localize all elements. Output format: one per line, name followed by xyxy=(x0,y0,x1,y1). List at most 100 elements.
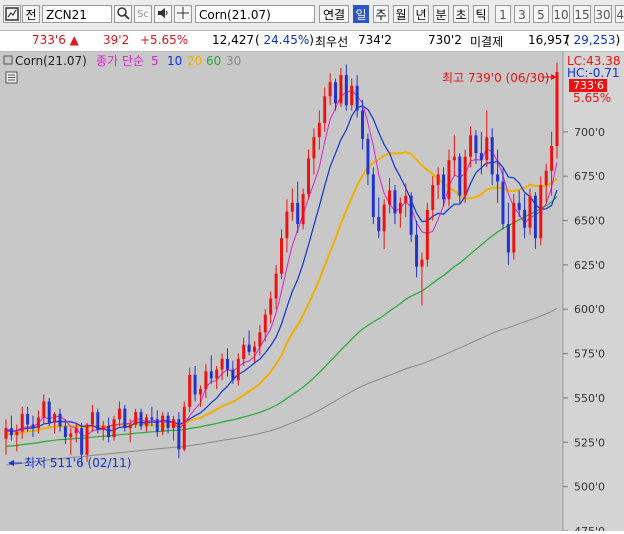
symbol-name-field[interactable]: Corn(21.07) xyxy=(195,5,315,23)
period-button-2[interactable]: 주 xyxy=(373,5,389,23)
candle-body xyxy=(447,160,451,200)
candle-body xyxy=(269,298,273,315)
interval-button-10[interactable]: 10 xyxy=(552,5,570,23)
candle-body xyxy=(198,389,202,395)
candle-body xyxy=(312,137,316,159)
prev-button[interactable]: 전 xyxy=(22,5,40,23)
y-tick-label: 625'0 xyxy=(574,259,605,272)
candle-body xyxy=(215,369,219,379)
sc-icon[interactable]: Sc xyxy=(134,5,152,23)
candle-body xyxy=(117,408,121,420)
change-percent: +5.65% xyxy=(140,33,189,47)
high-annotation-text: 최고 739'0 (06/30) xyxy=(442,71,550,85)
candle-body xyxy=(225,358,229,370)
candle-body xyxy=(139,412,143,427)
candle-body xyxy=(247,344,251,352)
candle-body xyxy=(58,413,62,427)
candle-body xyxy=(69,433,73,437)
period-button-3[interactable]: 월 xyxy=(393,5,409,23)
candle-body xyxy=(496,174,500,182)
candle-body xyxy=(15,431,19,436)
magnifier-icon[interactable] xyxy=(114,5,132,23)
candle-body xyxy=(80,428,84,455)
y-tick-label: 675'0 xyxy=(574,170,605,183)
candle-body xyxy=(182,406,186,450)
candle-body xyxy=(458,156,462,196)
candle-body xyxy=(258,332,262,347)
interval-button-3[interactable]: 3 xyxy=(514,5,530,23)
candle-body xyxy=(501,181,505,225)
candle-body xyxy=(171,419,175,429)
period-button-4[interactable]: 년 xyxy=(413,5,429,23)
candle-body xyxy=(274,273,278,299)
candle-body xyxy=(523,209,527,228)
volume-ratio-box: ( 24.45%) xyxy=(255,33,314,47)
grid-icon[interactable] xyxy=(174,5,192,23)
candle-body xyxy=(301,193,305,225)
legend-label: 종가 단순 xyxy=(96,54,144,68)
low-annotation: 최저 511'6 (02/11) xyxy=(8,456,132,470)
legend-period-5: 5 xyxy=(151,54,159,68)
interval-button-5[interactable]: 5 xyxy=(533,5,549,23)
candle-body xyxy=(150,417,154,420)
candle xyxy=(182,401,186,452)
candlestick-chart[interactable]: 475'0 500'0 525'0 550'0 575'0 600'0 625'0 650'0… xyxy=(0,52,624,534)
candle xyxy=(123,405,127,432)
candle xyxy=(539,176,543,246)
candle-body xyxy=(290,202,294,212)
interval-button-1[interactable]: 1 xyxy=(495,5,511,23)
candle-body xyxy=(485,137,489,161)
candle-body xyxy=(490,137,494,175)
period-button-6[interactable]: 초 xyxy=(453,5,469,23)
period-button-5[interactable]: 분 xyxy=(433,5,449,23)
candle-body xyxy=(296,202,300,225)
candle-body xyxy=(123,408,127,429)
price-chart[interactable]: 475'0 500'0 525'0 550'0 575'0 600'0 625'0 650'0… xyxy=(0,52,624,534)
candle-body xyxy=(161,415,165,432)
candle-body xyxy=(355,85,359,111)
candle-body xyxy=(425,209,429,260)
candle-body xyxy=(442,174,446,200)
y-tick-label: 600'0 xyxy=(574,303,605,316)
legend-period-120: 30 xyxy=(226,54,241,68)
candle xyxy=(458,153,462,203)
candle-body xyxy=(53,413,57,423)
period-button-7[interactable]: 틱 xyxy=(473,5,489,23)
hc-label: HC:-0.71 xyxy=(567,66,620,80)
candle xyxy=(371,167,375,225)
candle-body xyxy=(469,135,473,157)
candle xyxy=(47,397,51,427)
candle-body xyxy=(371,174,375,217)
candle-body xyxy=(280,238,283,274)
chart-icon[interactable] xyxy=(3,5,21,23)
symbol-code-input[interactable]: ZCN21 xyxy=(42,5,112,23)
candle-body xyxy=(26,413,30,425)
candle-body xyxy=(263,314,267,333)
candle-body xyxy=(366,138,370,175)
legend-period-20: 20 xyxy=(187,54,202,68)
period-button-0[interactable]: 연결 xyxy=(319,5,349,23)
y-tick-label: 475'0 xyxy=(574,525,605,531)
chart-title: Corn(21.07) xyxy=(15,54,87,68)
candle xyxy=(112,415,116,441)
interval-button-45[interactable]: 45 xyxy=(615,5,624,23)
candle-body xyxy=(128,424,132,429)
candle-body xyxy=(9,428,13,436)
y-tick-label: 650'0 xyxy=(574,215,605,228)
candle-body xyxy=(85,424,89,455)
interval-button-15[interactable]: 15 xyxy=(573,5,591,23)
period-button-1[interactable]: 일 xyxy=(353,5,369,23)
legend-period-10: 10 xyxy=(167,54,182,68)
candle xyxy=(463,149,467,203)
candle-body xyxy=(539,185,543,239)
candle-body xyxy=(144,417,148,427)
speaker-icon[interactable] xyxy=(154,5,172,23)
candle-body xyxy=(361,110,365,139)
candle-body xyxy=(436,174,440,186)
candle-body xyxy=(479,153,483,161)
candle-body xyxy=(155,419,159,432)
candle-body xyxy=(431,185,435,210)
current-price: 733'6 ▲ xyxy=(32,33,79,47)
candle-body xyxy=(317,122,321,138)
interval-button-30[interactable]: 30 xyxy=(594,5,612,23)
